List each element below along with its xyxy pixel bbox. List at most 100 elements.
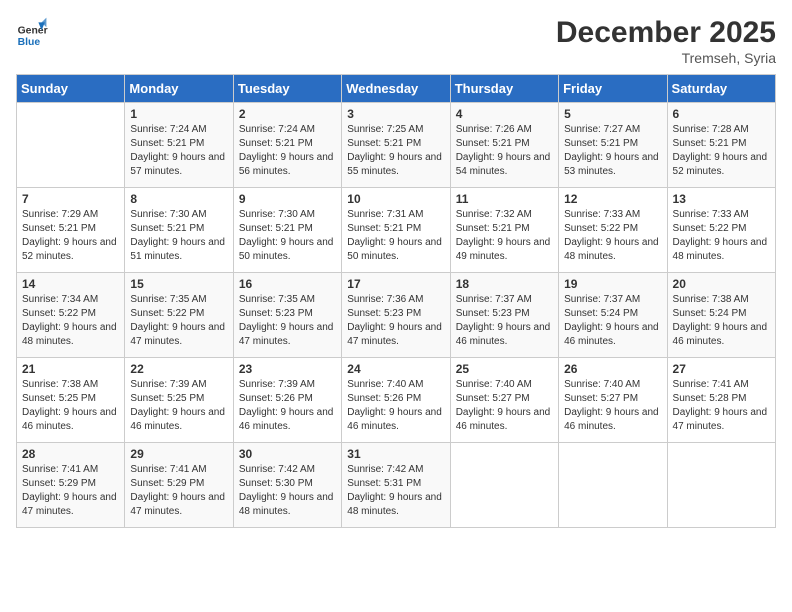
logo-icon: General Blue (16, 16, 48, 48)
day-info: Sunrise: 7:42 AMSunset: 5:31 PMDaylight:… (347, 463, 444, 519)
day-cell: 18Sunrise: 7:37 AMSunset: 5:23 PMDayligh… (450, 273, 558, 358)
day-info: Sunrise: 7:27 AMSunset: 5:21 PMDaylight:… (564, 123, 661, 179)
day-cell: 29Sunrise: 7:41 AMSunset: 5:29 PMDayligh… (125, 443, 233, 528)
day-info: Sunrise: 7:42 AMSunset: 5:30 PMDaylight:… (239, 463, 336, 519)
day-info: Sunrise: 7:37 AMSunset: 5:24 PMDaylight:… (564, 293, 661, 349)
day-info: Sunrise: 7:33 AMSunset: 5:22 PMDaylight:… (564, 208, 661, 264)
day-number: 1 (130, 107, 227, 121)
col-header-thursday: Thursday (450, 75, 558, 103)
day-cell: 22Sunrise: 7:39 AMSunset: 5:25 PMDayligh… (125, 358, 233, 443)
day-number: 13 (673, 192, 770, 206)
day-cell: 31 Sunrise: 7:42 AMSunset: 5:31 PMDayligh… (342, 443, 450, 528)
month-year: December 2025 (556, 16, 776, 50)
day-info: Sunrise: 7:30 AMSunset: 5:21 PMDaylight:… (130, 208, 227, 264)
day-number: 7 (22, 192, 119, 206)
day-info: Sunrise: 7:25 AMSunset: 5:21 PMDaylight:… (347, 123, 444, 179)
calendar-table: SundayMondayTuesdayWednesdayThursdayFrid… (16, 74, 776, 528)
day-info: Sunrise: 7:26 AMSunset: 5:21 PMDaylight:… (456, 123, 553, 179)
day-info: Sunrise: 7:31 AMSunset: 5:21 PMDaylight:… (347, 208, 444, 264)
day-number: 17 (347, 277, 444, 291)
day-cell: 30 Sunrise: 7:42 AMSunset: 5:30 PMDayligh… (233, 443, 341, 528)
day-info: Sunrise: 7:29 AMSunset: 5:21 PMDaylight:… (22, 208, 119, 264)
day-cell: 19 Sunrise: 7:37 AMSunset: 5:24 PMDayligh… (559, 273, 667, 358)
day-cell: 15Sunrise: 7:35 AMSunset: 5:22 PMDayligh… (125, 273, 233, 358)
day-number: 12 (564, 192, 661, 206)
day-info: Sunrise: 7:33 AMSunset: 5:22 PMDaylight:… (673, 208, 770, 264)
col-header-tuesday: Tuesday (233, 75, 341, 103)
day-cell: 12 Sunrise: 7:33 AMSunset: 5:22 PMDayligh… (559, 188, 667, 273)
day-cell: 21 Sunrise: 7:38 AMSunset: 5:25 PMDayligh… (17, 358, 125, 443)
col-header-monday: Monday (125, 75, 233, 103)
day-number: 14 (22, 277, 119, 291)
day-number: 30 (239, 447, 336, 461)
day-cell: 24 Sunrise: 7:40 AMSunset: 5:26 PMDayligh… (342, 358, 450, 443)
day-number: 19 (564, 277, 661, 291)
day-cell: 9 Sunrise: 7:30 AMSunset: 5:21 PMDaylight… (233, 188, 341, 273)
day-cell: 23 Sunrise: 7:39 AMSunset: 5:26 PMDayligh… (233, 358, 341, 443)
day-info: Sunrise: 7:41 AMSunset: 5:29 PMDaylight:… (22, 463, 119, 519)
day-number: 18 (456, 277, 553, 291)
day-number: 6 (673, 107, 770, 121)
day-number: 31 (347, 447, 444, 461)
week-row-1: 1 Sunrise: 7:24 AMSunset: 5:21 PMDaylight… (17, 103, 776, 188)
svg-text:General: General (18, 26, 48, 37)
page-header: General Blue December 2025 Tremseh, Syri… (16, 16, 776, 66)
day-cell (667, 443, 775, 528)
day-info: Sunrise: 7:41 AMSunset: 5:28 PMDaylight:… (673, 378, 770, 434)
day-info: Sunrise: 7:35 AMSunset: 5:23 PMDaylight:… (239, 293, 336, 349)
day-info: Sunrise: 7:40 AMSunset: 5:26 PMDaylight:… (347, 378, 444, 434)
day-number: 21 (22, 362, 119, 376)
day-number: 5 (564, 107, 661, 121)
day-number: 25 (456, 362, 553, 376)
day-cell: 20Sunrise: 7:38 AMSunset: 5:24 PMDayligh… (667, 273, 775, 358)
day-cell: 7 Sunrise: 7:29 AMSunset: 5:21 PMDaylight… (17, 188, 125, 273)
day-cell (17, 103, 125, 188)
day-info: Sunrise: 7:28 AMSunset: 5:21 PMDaylight:… (673, 123, 770, 179)
day-info: Sunrise: 7:40 AMSunset: 5:27 PMDaylight:… (564, 378, 661, 434)
day-number: 10 (347, 192, 444, 206)
day-cell: 10 Sunrise: 7:31 AMSunset: 5:21 PMDayligh… (342, 188, 450, 273)
day-cell: 4 Sunrise: 7:26 AMSunset: 5:21 PMDaylight… (450, 103, 558, 188)
day-info: Sunrise: 7:30 AMSunset: 5:21 PMDaylight:… (239, 208, 336, 264)
day-number: 27 (673, 362, 770, 376)
day-number: 23 (239, 362, 336, 376)
day-number: 11 (456, 192, 553, 206)
week-row-5: 28Sunrise: 7:41 AMSunset: 5:29 PMDayligh… (17, 443, 776, 528)
day-info: Sunrise: 7:40 AMSunset: 5:27 PMDaylight:… (456, 378, 553, 434)
day-cell: 25 Sunrise: 7:40 AMSunset: 5:27 PMDayligh… (450, 358, 558, 443)
day-number: 8 (130, 192, 227, 206)
day-number: 24 (347, 362, 444, 376)
day-cell: 1Sunrise: 7:24 AMSunset: 5:21 PMDaylight… (125, 103, 233, 188)
day-info: Sunrise: 7:38 AMSunset: 5:25 PMDaylight:… (22, 378, 119, 434)
day-cell (450, 443, 558, 528)
week-row-4: 21 Sunrise: 7:38 AMSunset: 5:25 PMDayligh… (17, 358, 776, 443)
header-row: SundayMondayTuesdayWednesdayThursdayFrid… (17, 75, 776, 103)
day-cell: 8 Sunrise: 7:30 AMSunset: 5:21 PMDaylight… (125, 188, 233, 273)
day-info: Sunrise: 7:38 AMSunset: 5:24 PMDaylight:… (673, 293, 770, 349)
day-cell (559, 443, 667, 528)
day-cell: 6 Sunrise: 7:28 AMSunset: 5:21 PMDaylight… (667, 103, 775, 188)
day-cell: 28Sunrise: 7:41 AMSunset: 5:29 PMDayligh… (17, 443, 125, 528)
day-cell: 14 Sunrise: 7:34 AMSunset: 5:22 PMDayligh… (17, 273, 125, 358)
day-info: Sunrise: 7:35 AMSunset: 5:22 PMDaylight:… (130, 293, 227, 349)
day-number: 3 (347, 107, 444, 121)
day-info: Sunrise: 7:39 AMSunset: 5:26 PMDaylight:… (239, 378, 336, 434)
day-number: 9 (239, 192, 336, 206)
day-info: Sunrise: 7:24 AMSunset: 5:21 PMDaylight:… (239, 123, 336, 179)
day-cell: 16 Sunrise: 7:35 AMSunset: 5:23 PMDayligh… (233, 273, 341, 358)
day-number: 4 (456, 107, 553, 121)
day-info: Sunrise: 7:39 AMSunset: 5:25 PMDaylight:… (130, 378, 227, 434)
day-cell: 3 Sunrise: 7:25 AMSunset: 5:21 PMDaylight… (342, 103, 450, 188)
day-number: 16 (239, 277, 336, 291)
svg-text:Blue: Blue (18, 37, 41, 48)
day-number: 29 (130, 447, 227, 461)
col-header-friday: Friday (559, 75, 667, 103)
day-info: Sunrise: 7:36 AMSunset: 5:23 PMDaylight:… (347, 293, 444, 349)
day-cell: 13 Sunrise: 7:33 AMSunset: 5:22 PMDayligh… (667, 188, 775, 273)
day-cell: 11Sunrise: 7:32 AMSunset: 5:21 PMDayligh… (450, 188, 558, 273)
title-block: December 2025 Tremseh, Syria (556, 16, 776, 66)
day-info: Sunrise: 7:34 AMSunset: 5:22 PMDaylight:… (22, 293, 119, 349)
day-cell: 26Sunrise: 7:40 AMSunset: 5:27 PMDayligh… (559, 358, 667, 443)
col-header-sunday: Sunday (17, 75, 125, 103)
day-cell: 2Sunrise: 7:24 AMSunset: 5:21 PMDaylight… (233, 103, 341, 188)
